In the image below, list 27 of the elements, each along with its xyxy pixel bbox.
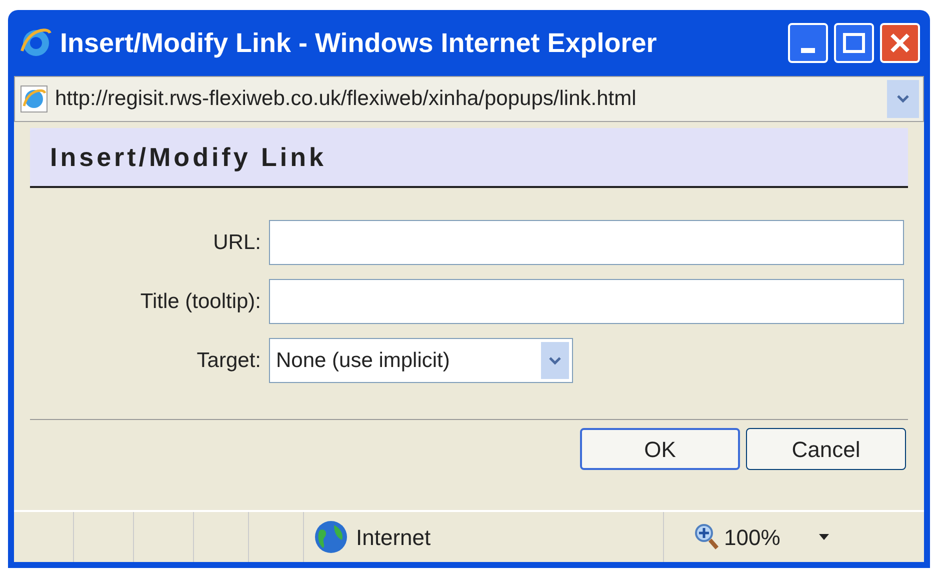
close-icon: [889, 32, 911, 54]
dialog-button[interactable]: OK: [580, 428, 740, 470]
dialog-button[interactable]: Cancel: [746, 428, 906, 470]
close-button[interactable]: [880, 23, 920, 63]
target-select[interactable]: None (use implicit): [269, 338, 573, 383]
field-label: Title (tooltip):: [139, 288, 261, 315]
minimize-icon: [801, 48, 815, 53]
field-label: URL:: [212, 230, 261, 256]
address-bar[interactable]: http://regisit.rws-flexiweb.co.uk/flexiweb/xinha/popups/link.html: [14, 76, 924, 122]
zoom-icon: [694, 523, 720, 551]
field-label: Target:: [196, 348, 261, 374]
maximize-icon: [843, 33, 865, 53]
page-icon: [19, 84, 49, 114]
dropdown-button[interactable]: [887, 80, 919, 118]
dialog-heading: Insert/Modify Link: [50, 140, 326, 174]
chevron-down-icon: [541, 342, 569, 379]
window-title: Insert/Modify Link - Windows Internet Explorer: [60, 26, 658, 60]
address-text: http://regisit.rws-flexiweb.co.uk/flexiweb/xinha/popups/link.html: [55, 86, 638, 112]
zoom-level: 100%: [724, 524, 780, 552]
input-field[interactable]: [269, 279, 904, 324]
caret-down-icon: [819, 534, 830, 540]
maximize-button[interactable]: [834, 23, 874, 63]
zone-label: Internet: [356, 524, 431, 552]
globe-icon: [314, 520, 348, 554]
input-field[interactable]: [269, 220, 904, 265]
minimize-button[interactable]: [788, 23, 828, 63]
chevron-down-icon: [896, 94, 910, 104]
